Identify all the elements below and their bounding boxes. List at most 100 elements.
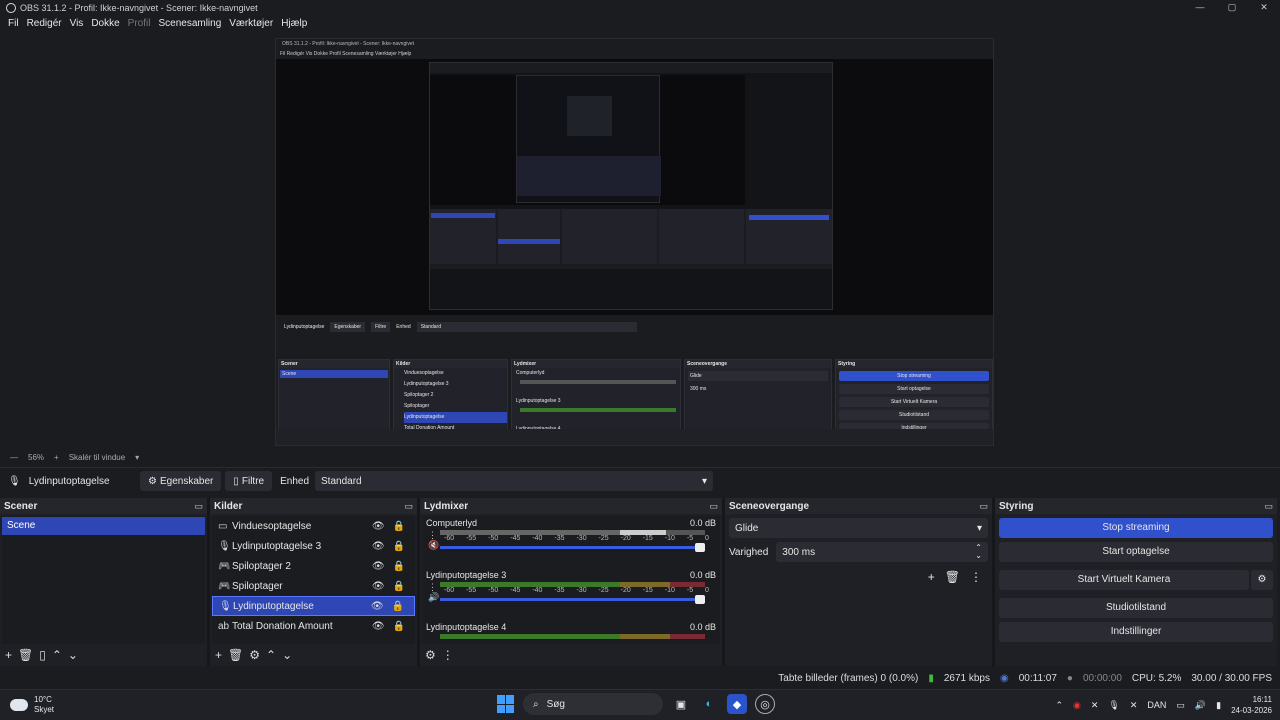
volume-slider[interactable] — [440, 595, 705, 604]
trash-icon[interactable]: 🗑 — [18, 648, 33, 662]
menu-profile[interactable]: Profil — [124, 18, 155, 29]
zoom-out-button[interactable]: — — [10, 453, 18, 462]
studio-mode-button[interactable]: Studiotilstand — [999, 598, 1273, 618]
eye-icon[interactable]: 👁 — [372, 561, 385, 572]
close-button[interactable]: ✕ — [1248, 0, 1280, 15]
spin-icon[interactable]: ⌃ ⌄ — [975, 544, 982, 560]
task-view-icon[interactable]: ▣ — [671, 694, 691, 714]
chevron-down-icon[interactable]: ⌄ — [282, 648, 292, 662]
preview-area: OBS 31.1.2 - Profil: Ikke-navngivet - Sc… — [0, 32, 1280, 450]
add-icon[interactable]: + — [5, 648, 12, 662]
windows-start-icon[interactable] — [497, 695, 515, 713]
slider-knob[interactable] — [695, 543, 705, 552]
tray-icon[interactable]: ✕ — [1091, 700, 1099, 711]
eye-icon[interactable]: 👁 — [372, 621, 385, 632]
trash-icon[interactable]: 🗑 — [945, 570, 960, 584]
tray-icon[interactable]: ✕ — [1130, 700, 1138, 711]
menu-help[interactable]: Hjælp — [277, 18, 311, 29]
volume-slider[interactable] — [440, 543, 705, 552]
windows-taskbar: 10°C Skyet ⌕ Søg ▣ ◐ ◆ ◎ ⌃ ◉ ✕ 🎙 ✕ DAN ▭… — [0, 689, 1280, 720]
program-preview[interactable]: OBS 31.1.2 - Profil: Ikke-navngivet - Sc… — [275, 38, 994, 446]
lock-icon[interactable]: 🔒 — [393, 581, 405, 592]
lock-icon[interactable]: 🔒 — [392, 601, 404, 612]
source-item-game-capture[interactable]: 🎮 Spiloptager 👁 🔒 — [212, 576, 415, 596]
language-indicator[interactable]: DAN — [1147, 700, 1166, 710]
menu-file[interactable]: Fil — [4, 18, 23, 29]
gear-icon[interactable]: ⚙ — [1251, 570, 1273, 590]
more-icon[interactable]: ⋮ — [442, 648, 454, 662]
scale-to-window[interactable]: Skalér til vindue — [69, 453, 125, 462]
nested-scenes-title: Scener — [279, 360, 389, 368]
chevron-up-icon[interactable]: ⌃ — [1055, 700, 1063, 711]
more-icon[interactable]: ⋮ — [428, 530, 439, 540]
add-icon[interactable]: + — [215, 648, 222, 662]
eye-icon[interactable]: 👁 — [372, 521, 385, 532]
scene-item[interactable]: Scene — [2, 517, 205, 535]
trash-icon[interactable]: 🗑 — [228, 648, 243, 662]
undock-icon[interactable]: ▭ — [404, 501, 413, 512]
nested-mixer-meter — [520, 408, 676, 412]
maximize-button[interactable]: ▢ — [1216, 0, 1248, 15]
gear-icon[interactable]: ⚙ — [249, 648, 260, 662]
slider-knob[interactable] — [695, 595, 705, 604]
speaker-icon[interactable]: 🔊 — [1195, 700, 1206, 711]
lock-icon[interactable]: 🔒 — [393, 561, 405, 572]
filter-icon[interactable]: ▯ — [39, 648, 46, 662]
menu-view[interactable]: Vis — [66, 18, 88, 29]
settings-button[interactable]: Indstillinger — [999, 622, 1273, 642]
speaker-icon[interactable]: 🔊 — [428, 592, 439, 602]
menu-scene-collection[interactable]: Scenesamling — [154, 18, 225, 29]
properties-button[interactable]: ⚙ Egenskaber — [140, 471, 222, 491]
app-icon[interactable]: ◆ — [727, 694, 747, 714]
eye-icon[interactable]: 👁 — [371, 601, 384, 612]
tick: -50 — [488, 587, 499, 594]
weather-widget[interactable]: 10°C Skyet — [10, 695, 54, 715]
chevron-down-icon[interactable]: ▾ — [135, 453, 139, 462]
obs-icon[interactable]: ◎ — [755, 694, 775, 714]
monitor-icon[interactable]: ▭ — [1176, 700, 1185, 711]
nested-device-label: Enhed — [396, 324, 411, 330]
mixer-settings-icon[interactable]: ⚙ — [425, 648, 436, 662]
chevron-up-icon[interactable]: ⌃ — [52, 648, 62, 662]
start-virtual-camera-button[interactable]: Start Virtuelt Kamera — [999, 570, 1249, 590]
duration-input[interactable]: 300 ms ⌃ ⌄ — [776, 542, 988, 562]
eye-icon[interactable]: 👁 — [372, 541, 385, 552]
stop-streaming-button[interactable]: Stop streaming — [999, 518, 1273, 538]
source-item-window-capture[interactable]: ▭ Vinduesoptagelse 👁 🔒 — [212, 516, 415, 536]
lock-icon[interactable]: 🔒 — [393, 541, 405, 552]
undock-icon[interactable]: ▭ — [194, 501, 203, 512]
mixer-channel-audio-input-4: Lydinputoptagelse 4 0.0 dB — [422, 620, 720, 644]
mute-icon[interactable]: 🔇 — [428, 540, 439, 550]
source-item-audio-input-3[interactable]: 🎙 Lydinputoptagelse 3 👁 🔒 — [212, 536, 415, 556]
zoom-in-button[interactable]: + — [54, 453, 59, 462]
menu-edit[interactable]: Redigér — [23, 18, 66, 29]
clock[interactable]: 16:11 24-03-2026 — [1231, 694, 1272, 716]
transition-select[interactable]: Glide ▾ — [729, 518, 988, 538]
source-item-total-donation[interactable]: ab Total Donation Amount 👁 🔒 — [212, 616, 415, 636]
lock-icon[interactable]: 🔒 — [393, 621, 405, 632]
taskbar-search[interactable]: ⌕ Søg — [523, 693, 663, 715]
add-icon[interactable]: + — [928, 570, 935, 584]
mic-icon[interactable]: 🎙 — [1108, 700, 1119, 711]
chevron-up-icon[interactable]: ⌃ — [266, 648, 276, 662]
lock-icon[interactable]: 🔒 — [393, 521, 405, 532]
minimize-button[interactable]: — — [1184, 0, 1216, 15]
start-recording-button[interactable]: Start optagelse — [999, 542, 1273, 562]
source-item-game-capture-2[interactable]: 🎮 Spiloptager 2 👁 🔒 — [212, 556, 415, 576]
tray-app-icon[interactable]: ◉ — [1073, 700, 1081, 711]
source-item-audio-input[interactable]: 🎙 Lydinputoptagelse 👁 🔒 — [212, 596, 415, 616]
more-icon[interactable]: ⋮ — [970, 570, 982, 584]
chevron-down-icon[interactable]: ⌄ — [68, 648, 78, 662]
undock-icon[interactable]: ▭ — [1264, 501, 1273, 512]
undock-icon[interactable]: ▭ — [979, 501, 988, 512]
more-icon[interactable]: ⋮ — [428, 582, 439, 592]
battery-icon[interactable]: ▮ — [1216, 700, 1221, 711]
filters-button[interactable]: ▯ Filtre — [225, 471, 273, 491]
menu-docks[interactable]: Dokke — [87, 18, 123, 29]
eye-icon[interactable]: 👁 — [372, 581, 385, 592]
menu-tools[interactable]: Værktøjer — [225, 18, 277, 29]
device-select[interactable]: Standard ▾ — [315, 471, 714, 491]
edge-icon[interactable]: ◐ — [699, 694, 719, 714]
undock-icon[interactable]: ▭ — [709, 501, 718, 512]
source-label: Lydinputoptagelse 3 — [232, 540, 322, 552]
